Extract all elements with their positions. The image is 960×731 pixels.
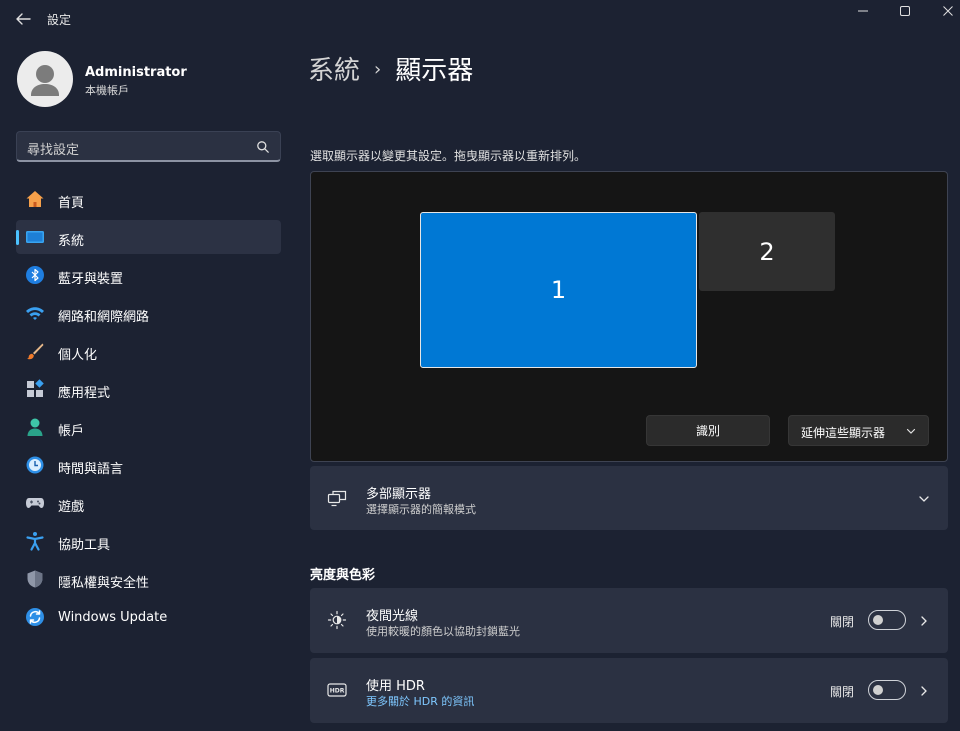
breadcrumb-parent[interactable]: 系統 — [308, 56, 360, 86]
extend-displays-label: 延伸這些顯示器 — [801, 426, 886, 440]
page-title: 顯示器 — [395, 56, 474, 86]
minimize-icon[interactable] — [856, 4, 870, 18]
toggle-knob — [873, 615, 883, 625]
user-silhouette-icon — [31, 65, 59, 96]
hdr-icon: HDR — [327, 683, 347, 697]
gamepad-icon — [26, 498, 44, 508]
sidebar-item-personalization[interactable]: 個人化 — [16, 334, 281, 368]
sidebar-item-label: 隱私權與安全性 — [58, 576, 150, 591]
night-light-toggle[interactable] — [868, 610, 906, 630]
sidebar-item-network[interactable]: 網路和網際網路 — [16, 296, 281, 330]
account-icon — [27, 418, 43, 436]
sidebar-item-label: Windows Update — [58, 610, 168, 625]
avatar[interactable] — [17, 51, 73, 107]
bluetooth-icon — [26, 266, 44, 284]
sidebar-item-apps[interactable]: 應用程式 — [16, 372, 281, 406]
identify-button-label: 識別 — [695, 424, 720, 438]
hdr-title: 使用 HDR — [366, 679, 425, 694]
monitor-1[interactable]: 1 — [420, 212, 697, 368]
sidebar-item-accounts[interactable]: 帳戶 — [16, 410, 281, 444]
sidebar-item-time-language[interactable]: 時間與語言 — [16, 448, 281, 482]
hdr-info-link[interactable]: 更多關於 HDR 的資訊 — [366, 693, 474, 709]
sidebar-item-system[interactable]: 系統 — [16, 220, 281, 254]
brightness-icon — [327, 610, 347, 630]
maximize-icon[interactable] — [898, 4, 912, 18]
sidebar-item-label: 系統 — [58, 234, 85, 249]
chevron-down-icon[interactable] — [918, 493, 930, 505]
arrangement-instruction: 選取顯示器以變更其設定。拖曳顯示器以重新排列。 — [310, 149, 587, 163]
sidebar-item-privacy[interactable]: 隱私權與安全性 — [16, 562, 281, 596]
display-arrangement-panel: 1 2 識別 延伸這些顯示器 — [310, 171, 948, 462]
night-light-card[interactable]: 夜間光線 使用較暖的顏色以協助封鎖藍光 關閉 — [310, 588, 948, 653]
identify-button[interactable]: 識別 — [646, 415, 770, 446]
chevron-right-icon[interactable] — [918, 615, 930, 627]
back-arrow-icon[interactable] — [14, 10, 32, 28]
sidebar-item-gaming[interactable]: 遊戲 — [16, 486, 281, 520]
sidebar-item-label: 時間與語言 — [58, 462, 124, 477]
multiple-displays-icon — [327, 490, 347, 507]
sidebar-item-windows-update[interactable]: Windows Update — [16, 600, 281, 634]
night-light-subtitle: 使用較暖的顏色以協助封鎖藍光 — [366, 625, 520, 638]
home-icon — [26, 191, 44, 207]
multiple-displays-card[interactable]: 多部顯示器 選擇顯示器的簡報模式 — [310, 466, 948, 530]
sidebar-nav: 首頁 系統 藍牙與裝置 網路和網際網路 個人化 應用程式 帳戶 時間與語言 遊戲… — [16, 182, 281, 638]
breadcrumb-separator: › — [374, 59, 382, 80]
svg-text:HDR: HDR — [330, 688, 345, 695]
sidebar-item-label: 遊戲 — [58, 500, 85, 515]
multiple-displays-title: 多部顯示器 — [366, 487, 432, 502]
night-light-title: 夜間光線 — [366, 609, 419, 624]
multiple-displays-subtitle: 選擇顯示器的簡報模式 — [366, 503, 476, 516]
windows-update-icon — [26, 608, 44, 626]
sidebar-item-label: 協助工具 — [58, 538, 111, 553]
extend-displays-dropdown[interactable]: 延伸這些顯示器 — [788, 415, 929, 446]
sidebar-item-label: 個人化 — [58, 348, 98, 363]
sidebar-item-label: 藍牙與裝置 — [58, 272, 124, 287]
wifi-icon — [26, 307, 44, 320]
search-placeholder: 尋找設定 — [27, 143, 80, 158]
monitor-number: 2 — [759, 237, 775, 266]
monitor-2[interactable]: 2 — [699, 212, 835, 291]
sidebar-item-home[interactable]: 首頁 — [16, 182, 281, 216]
shield-icon — [27, 570, 43, 588]
accessibility-icon — [26, 532, 44, 551]
time-language-icon — [26, 456, 44, 474]
user-name: Administrator — [85, 65, 187, 80]
close-icon[interactable] — [941, 4, 955, 18]
title-bar: 設定 — [0, 0, 960, 36]
brightness-color-heading: 亮度與色彩 — [310, 568, 376, 583]
sidebar-item-label: 應用程式 — [58, 386, 111, 401]
hdr-state: 關閉 — [830, 685, 855, 699]
hdr-toggle[interactable] — [868, 680, 906, 700]
system-display-icon — [26, 231, 44, 243]
sidebar-item-label: 首頁 — [58, 196, 85, 211]
sidebar-item-accessibility[interactable]: 協助工具 — [16, 524, 281, 558]
sidebar-item-label: 網路和網際網路 — [58, 310, 150, 325]
chevron-down-icon — [906, 428, 916, 434]
apps-icon — [27, 379, 44, 397]
breadcrumb: 系統 › 顯示器 — [308, 50, 473, 87]
night-light-state: 關閉 — [830, 615, 855, 629]
window-title: 設定 — [47, 13, 72, 27]
monitor-number: 1 — [550, 276, 567, 304]
brush-icon — [27, 343, 44, 360]
account-type: 本機帳戶 — [85, 84, 129, 97]
chevron-right-icon[interactable] — [918, 685, 930, 697]
search-icon[interactable] — [256, 140, 270, 154]
toggle-knob — [873, 685, 883, 695]
search-input[interactable]: 尋找設定 — [16, 131, 281, 162]
sidebar-item-label: 帳戶 — [58, 424, 85, 439]
sidebar-item-bluetooth[interactable]: 藍牙與裝置 — [16, 258, 281, 292]
hdr-card[interactable]: HDR 使用 HDR 更多關於 HDR 的資訊 關閉 — [310, 658, 948, 723]
